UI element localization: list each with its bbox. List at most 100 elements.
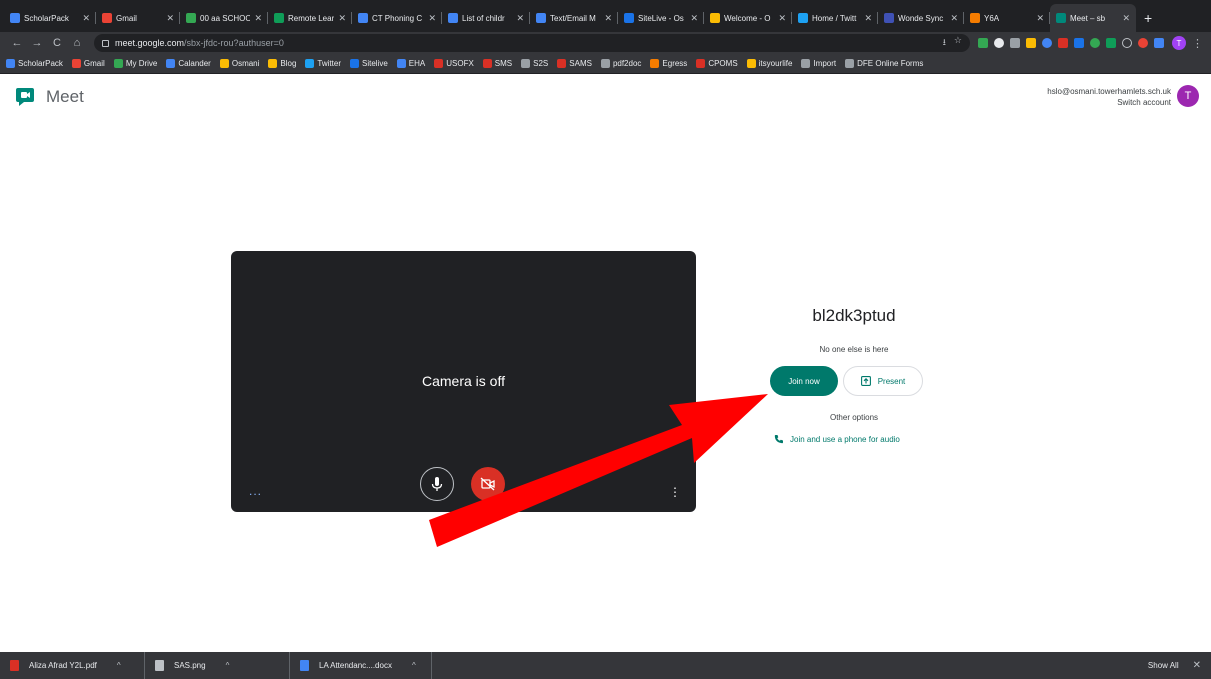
tab-close-icon[interactable]: ✕ <box>690 13 698 24</box>
extension-icon[interactable] <box>994 38 1004 48</box>
browser-tab[interactable]: ScholarPack ✕ <box>4 4 96 32</box>
bookmark-item[interactable]: CPOMS <box>696 59 738 68</box>
extension-icon[interactable] <box>1010 38 1020 48</box>
tab-close-icon[interactable]: ✕ <box>82 13 90 24</box>
tab-close-icon[interactable]: ✕ <box>778 13 786 24</box>
lock-icon[interactable] <box>102 39 109 47</box>
bookmark-item[interactable]: My Drive <box>113 59 157 68</box>
microphone-toggle-button[interactable] <box>420 467 454 501</box>
extension-icon[interactable] <box>1154 38 1164 48</box>
new-tab-icon[interactable]: + <box>1136 4 1160 32</box>
download-icon[interactable]: ⭳ <box>943 35 946 51</box>
link-icon[interactable] <box>1122 38 1132 48</box>
meet-logo[interactable]: Meet <box>16 87 84 107</box>
bookmark-star-icon[interactable]: ☆ <box>954 35 962 51</box>
camera-toggle-button[interactable] <box>471 467 505 501</box>
preview-menu-icon[interactable]: ⋮ <box>669 485 681 499</box>
browser-tab[interactable]: Remote Learn ✕ <box>268 4 352 32</box>
join-now-button[interactable]: Join now <box>770 366 838 396</box>
chevron-up-icon[interactable]: ^ <box>117 661 121 670</box>
browser-tab[interactable]: Welcome - O ✕ <box>704 4 792 32</box>
bookmark-item[interactable]: EHA <box>396 59 425 68</box>
reload-icon[interactable]: C <box>48 37 66 49</box>
browser-tab[interactable]: CT Phoning C ✕ <box>352 4 442 32</box>
bookmark-item[interactable]: Sitelive <box>349 59 388 68</box>
extension-icon[interactable] <box>1042 38 1052 48</box>
bookmark-item[interactable]: Twitter <box>305 59 341 68</box>
tab-favicon-icon <box>884 13 894 23</box>
avatar[interactable]: T <box>1177 85 1199 107</box>
extension-icon[interactable] <box>1074 38 1084 48</box>
browser-tab[interactable]: Text/Email M ✕ <box>530 4 618 32</box>
extension-icon[interactable] <box>1090 38 1100 48</box>
more-options-dots[interactable]: ... <box>249 484 262 498</box>
tab-favicon-icon <box>1056 13 1066 23</box>
tab-close-icon[interactable]: ✕ <box>604 13 612 24</box>
tab-favicon-icon <box>10 13 20 23</box>
bookmark-favicon-icon <box>396 59 406 68</box>
bookmark-item[interactable]: pdf2doc <box>600 59 642 68</box>
switch-account-link[interactable]: Switch account <box>1047 97 1171 108</box>
browser-tab[interactable]: 00 aa SCHOO ✕ <box>180 4 268 32</box>
tab-close-icon[interactable]: ✕ <box>864 13 872 24</box>
bookmark-item[interactable]: Gmail <box>71 59 105 68</box>
tab-close-icon[interactable]: ✕ <box>1036 13 1044 24</box>
bookmark-item[interactable]: Calander <box>166 59 211 68</box>
browser-profile-avatar[interactable]: T <box>1172 36 1186 50</box>
bookmark-label: S2S <box>533 59 549 68</box>
tab-title: Home / Twitt <box>812 13 857 23</box>
browser-tab[interactable]: List of childr ✕ <box>442 4 530 32</box>
bookmark-item[interactable]: SAMS <box>557 59 592 68</box>
chevron-up-icon[interactable]: ^ <box>226 661 230 670</box>
browser-tab[interactable]: Meet – sb ✕ <box>1050 4 1136 32</box>
extension-icon[interactable] <box>978 38 988 48</box>
tab-close-icon[interactable]: ✕ <box>166 13 174 24</box>
bookmark-item[interactable]: itsyourlife <box>746 59 792 68</box>
download-item[interactable]: SAS.png ^ <box>145 652 290 679</box>
tab-favicon-icon <box>710 13 720 23</box>
browser-tab[interactable]: SiteLive - Os ✕ <box>618 4 704 32</box>
bookmark-item[interactable]: DFE Online Forms <box>845 59 923 68</box>
download-item[interactable]: LA Attendanc....docx ^ <box>290 652 432 679</box>
participants-status: No one else is here <box>819 345 889 354</box>
chevron-up-icon[interactable]: ^ <box>412 661 416 670</box>
bookmark-item[interactable]: Egress <box>650 59 687 68</box>
extension-icon[interactable] <box>1058 38 1068 48</box>
show-all-downloads-button[interactable]: Show All <box>1140 657 1187 674</box>
bookmark-item[interactable]: Import <box>801 59 836 68</box>
tab-close-icon[interactable]: ✕ <box>516 13 524 24</box>
extension-icon[interactable] <box>1106 38 1116 48</box>
browser-tab[interactable]: Gmail ✕ <box>96 4 180 32</box>
download-filename: Aliza Afrad Y2L.pdf <box>29 661 97 670</box>
present-button[interactable]: Present <box>843 366 923 396</box>
home-icon[interactable]: ⌂ <box>68 37 86 49</box>
download-item[interactable]: Aliza Afrad Y2L.pdf ^ <box>0 652 145 679</box>
tab-close-icon[interactable]: ✕ <box>950 13 958 24</box>
bookmark-favicon-icon <box>349 59 359 68</box>
phone-audio-link[interactable]: Join and use a phone for audio <box>774 434 900 444</box>
meet-logo-text: Meet <box>46 87 84 106</box>
tab-close-icon[interactable]: ✕ <box>428 13 436 24</box>
bookmark-label: pdf2doc <box>612 59 642 68</box>
bookmark-item[interactable]: Osmani <box>219 59 259 68</box>
bookmark-item[interactable]: S2S <box>521 59 548 68</box>
bookmark-label: CPOMS <box>708 59 738 68</box>
tab-close-icon[interactable]: ✕ <box>254 13 262 24</box>
tab-close-icon[interactable]: ✕ <box>1122 13 1130 24</box>
extension-icon[interactable] <box>1026 38 1036 48</box>
bookmark-label: DFE Online Forms <box>857 59 924 68</box>
bookmark-item[interactable]: SMS <box>482 59 512 68</box>
bookmark-item[interactable]: USOFX <box>434 59 474 68</box>
forward-arrow-icon[interactable]: → <box>28 37 46 49</box>
back-arrow-icon[interactable]: ← <box>8 37 26 49</box>
browser-tab[interactable]: Home / Twitt ✕ <box>792 4 878 32</box>
extension-icon[interactable] <box>1138 38 1148 48</box>
browser-tab[interactable]: Wonde Sync ✕ <box>878 4 964 32</box>
close-icon[interactable]: ✕ <box>1193 660 1201 671</box>
address-bar[interactable]: meet.google.com/sbx-jfdc-rou?authuser=0 … <box>94 34 970 52</box>
bookmark-item[interactable]: ScholarPack <box>6 59 63 68</box>
browser-tab[interactable]: Y6A ✕ <box>964 4 1050 32</box>
bookmark-item[interactable]: Blog <box>268 59 296 68</box>
browser-menu-icon[interactable]: ⋮ <box>1192 37 1203 50</box>
tab-close-icon[interactable]: ✕ <box>338 13 346 24</box>
